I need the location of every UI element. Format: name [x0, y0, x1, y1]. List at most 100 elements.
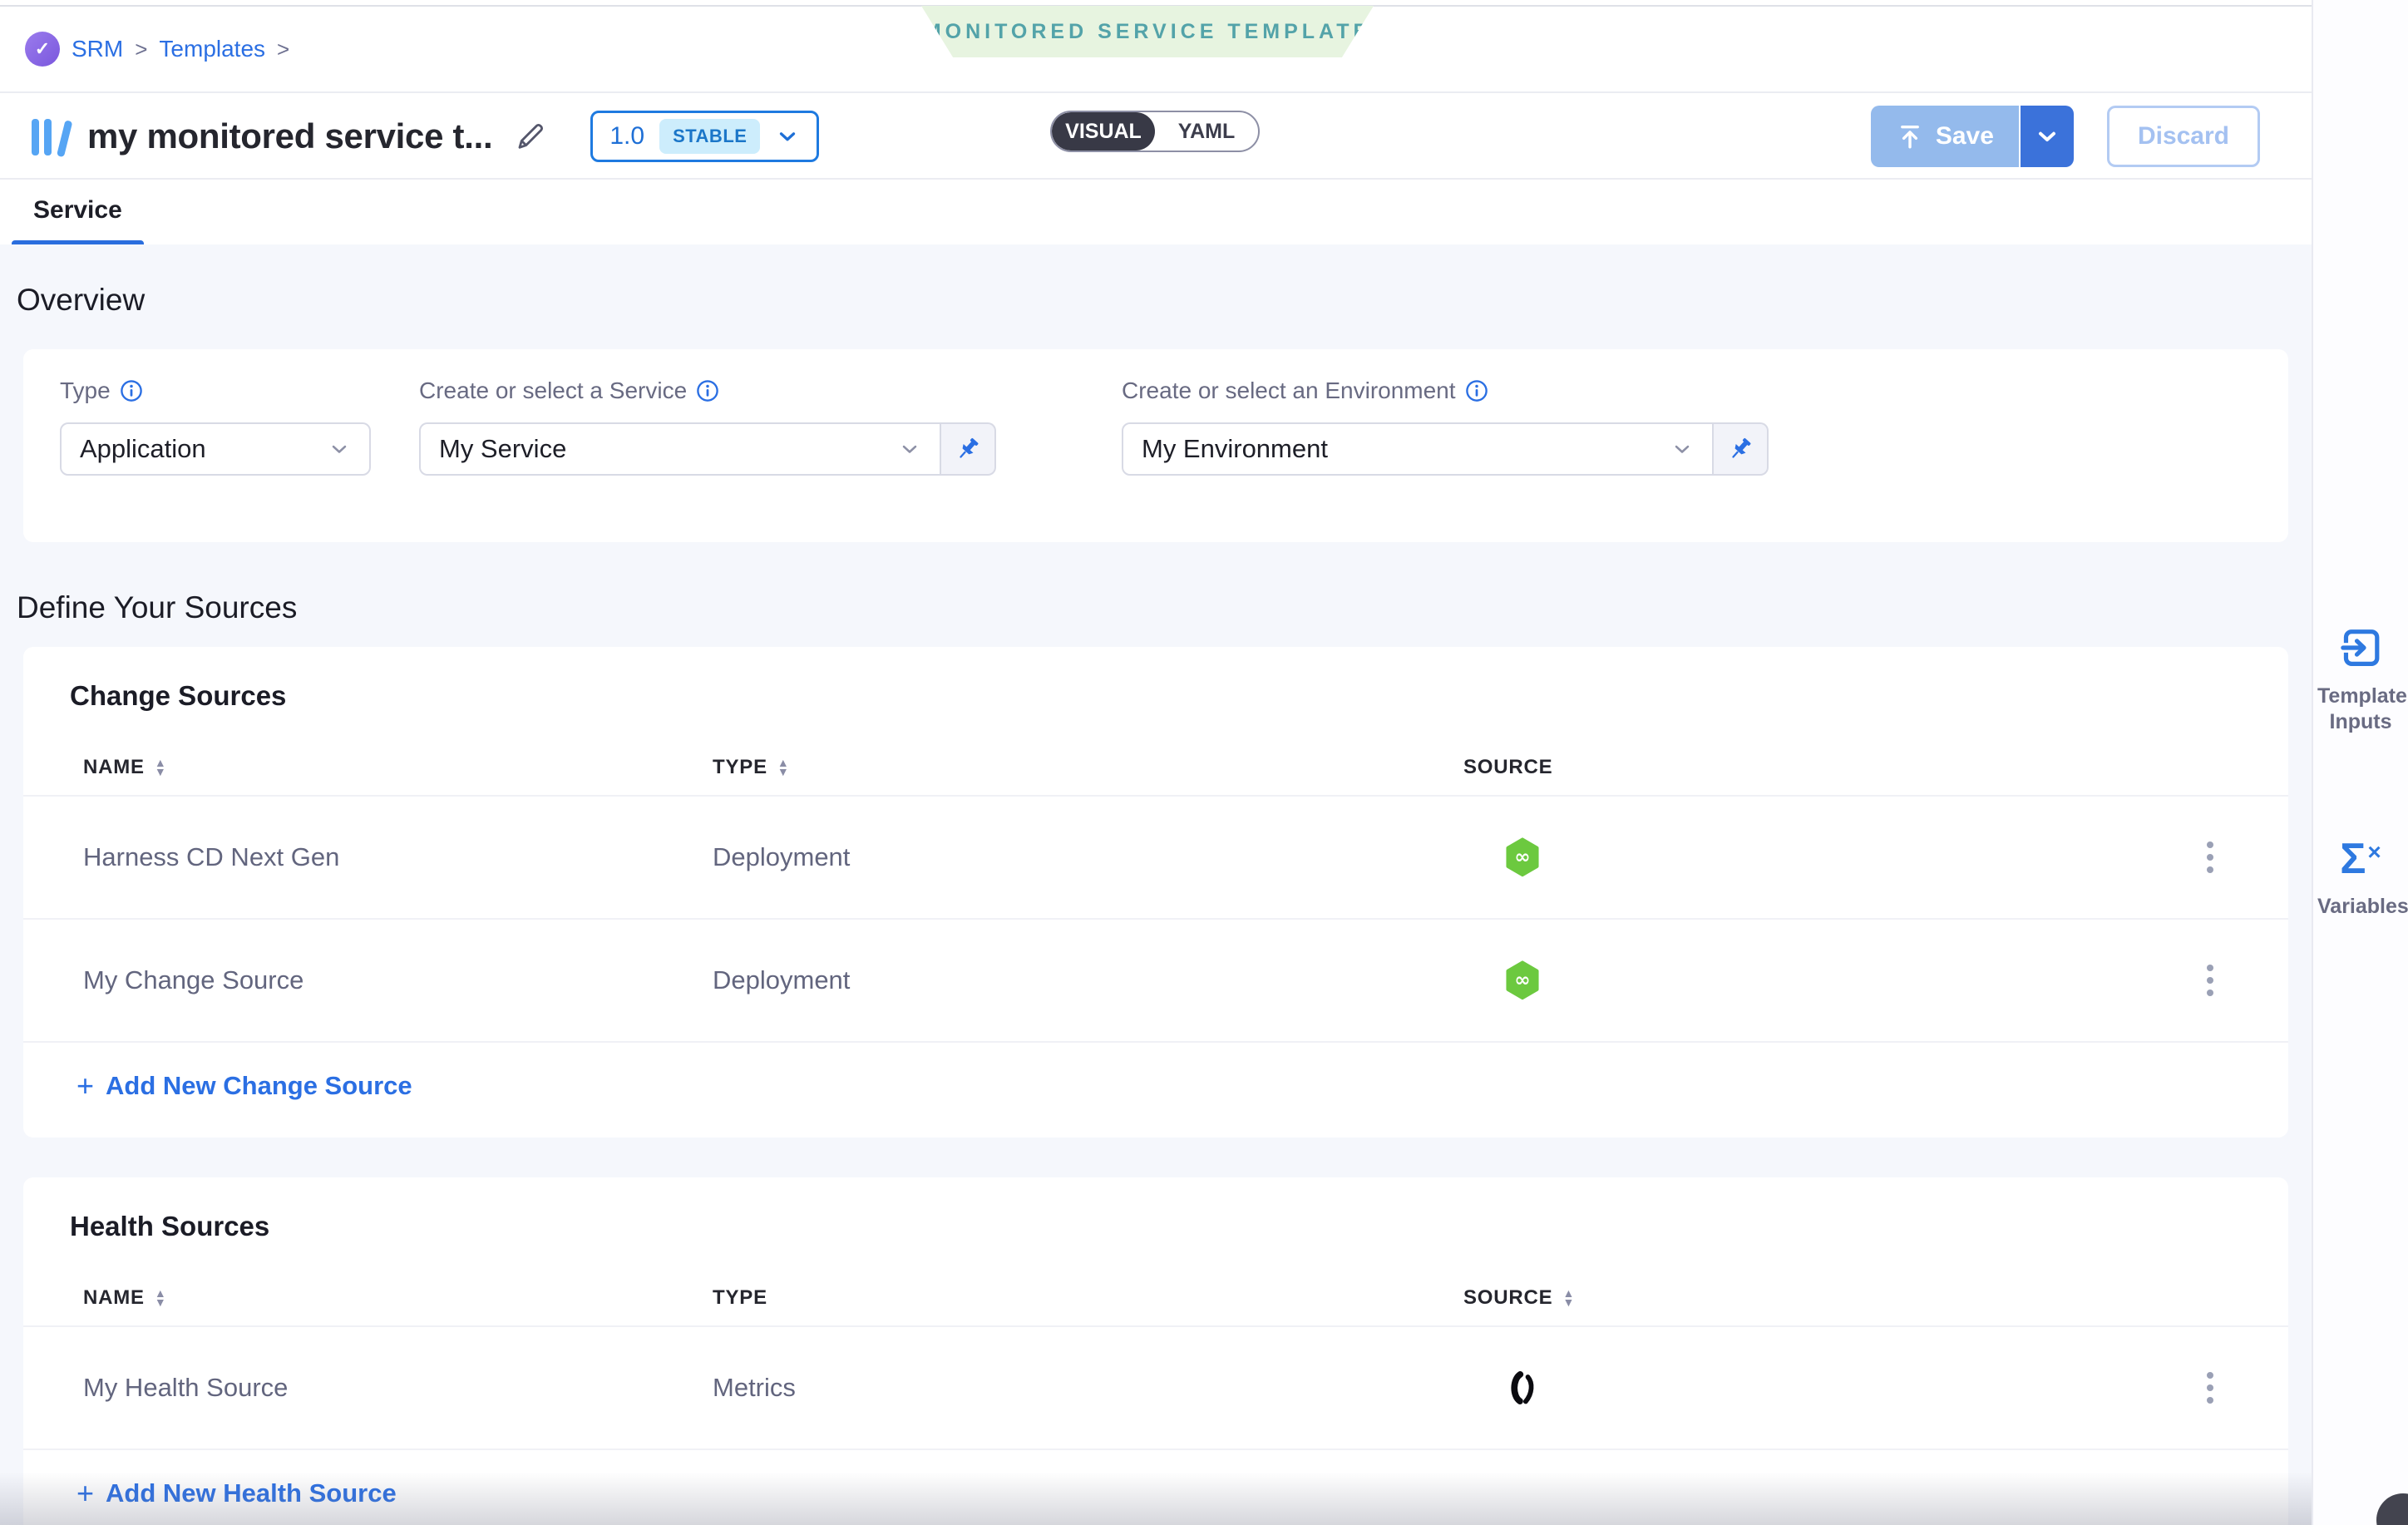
add-new-change-source-button[interactable]: + Add New Change Source: [76, 1071, 412, 1101]
environment-value: My Environment: [1142, 434, 1328, 464]
visual-mode-tab[interactable]: VISUAL: [1052, 112, 1155, 151]
template-inputs-button[interactable]: Template Inputs: [2313, 625, 2408, 736]
version-selector[interactable]: 1.0 STABLE: [590, 111, 819, 162]
pin-icon: [954, 435, 982, 463]
breadcrumb-templates-link[interactable]: Templates: [159, 36, 265, 62]
breadcrumb: ✓ SRM > Templates >: [0, 7, 2312, 93]
variables-icon: Σ×: [2340, 837, 2381, 881]
yaml-mode-tab[interactable]: YAML: [1155, 112, 1258, 151]
upload-icon: [1896, 122, 1924, 151]
template-inputs-icon: [2338, 625, 2383, 670]
overview-card: Type Application: [23, 349, 2288, 542]
column-header-name[interactable]: NAME ▲▼: [83, 1286, 713, 1310]
harness-cd-icon: ∞: [1503, 960, 1542, 1000]
environment-label: Create or select an Environment: [1122, 378, 1456, 404]
change-sources-title: Change Sources: [70, 680, 2288, 712]
pin-icon: [1726, 435, 1754, 463]
chevron-down-icon: [1670, 437, 1694, 461]
health-source-name: My Health Source: [83, 1373, 713, 1403]
appdynamics-icon: [1503, 1369, 1542, 1407]
edit-title-button[interactable]: [514, 120, 547, 153]
column-header-source[interactable]: SOURCE: [1463, 756, 2177, 779]
add-change-source-row: + Add New Change Source: [23, 1041, 2288, 1138]
service-pin-button[interactable]: [941, 422, 996, 476]
environment-select[interactable]: My Environment: [1122, 422, 1714, 476]
chevron-down-icon: [328, 437, 351, 461]
service-select[interactable]: My Service: [419, 422, 941, 476]
info-icon[interactable]: [695, 378, 720, 403]
template-inputs-label: Template Inputs: [2317, 684, 2404, 736]
version-number: 1.0: [609, 122, 644, 151]
save-split-button: Save: [1871, 106, 2074, 167]
environment-field: Create or select an Environment My Envir…: [1122, 378, 1769, 476]
define-sources-heading: Define Your Sources: [17, 590, 2288, 625]
column-header-type[interactable]: TYPE ▲▼: [713, 756, 1463, 779]
tab-service[interactable]: Service: [22, 181, 134, 225]
column-header-source[interactable]: SOURCE ▲▼: [1463, 1286, 2177, 1310]
change-sources-card: Change Sources NAME ▲▼ TYPE ▲▼ SOURCE: [23, 647, 2288, 1138]
health-sources-card: Health Sources NAME ▲▼ TYPE SOURCE ▲▼: [23, 1177, 2288, 1525]
service-label: Create or select a Service: [419, 378, 687, 404]
environment-pin-button[interactable]: [1714, 422, 1769, 476]
monitored-service-template-page: MONITORED SERVICE TEMPLATE ✓ SRM > Templ…: [0, 0, 2408, 1525]
svg-text:∞: ∞: [1514, 970, 1530, 991]
harness-cd-icon: ∞: [1503, 837, 1542, 877]
change-source-name: Harness CD Next Gen: [83, 842, 713, 872]
header-actions: Save Discard: [1871, 106, 2260, 167]
column-header-type[interactable]: TYPE: [713, 1286, 1463, 1310]
chevron-down-icon: [775, 124, 800, 149]
breadcrumb-separator-icon: >: [277, 37, 289, 62]
srm-module-icon[interactable]: ✓: [25, 32, 60, 67]
sort-icon: ▲▼: [777, 758, 790, 777]
change-source-name: My Change Source: [83, 965, 713, 995]
info-icon[interactable]: [1464, 378, 1489, 403]
sort-icon: ▲▼: [1562, 1289, 1575, 1307]
change-sources-table: NAME ▲▼ TYPE ▲▼ SOURCE Harness: [23, 740, 2288, 1138]
discard-button[interactable]: Discard: [2107, 106, 2260, 167]
overview-heading: Overview: [17, 283, 2288, 318]
sort-icon: ▲▼: [155, 1289, 167, 1307]
help-widget-partial[interactable]: [2376, 1493, 2408, 1525]
row-options-menu-icon[interactable]: [2198, 1364, 2222, 1412]
health-sources-table: NAME ▲▼ TYPE SOURCE ▲▼ My Healt: [23, 1271, 2288, 1525]
save-label: Save: [1936, 122, 1994, 151]
add-new-health-source-button[interactable]: + Add New Health Source: [76, 1478, 397, 1508]
service-value: My Service: [439, 434, 566, 464]
breadcrumb-srm-link[interactable]: SRM: [72, 36, 123, 62]
row-options-menu-icon[interactable]: [2198, 956, 2222, 1004]
type-value: Application: [80, 434, 206, 464]
health-source-type: Metrics: [713, 1373, 1463, 1403]
type-select[interactable]: Application: [60, 422, 371, 476]
version-stable-badge: STABLE: [659, 119, 760, 154]
variables-label: Variables: [2317, 894, 2404, 920]
save-button[interactable]: Save: [1871, 106, 2019, 167]
plus-icon: +: [76, 1478, 94, 1508]
change-source-type: Deployment: [713, 965, 1463, 995]
tab-service-label: Service: [33, 196, 122, 224]
service-field: Create or select a Service My Service: [419, 378, 996, 476]
health-source-row[interactable]: My Health Source Metrics: [23, 1325, 2288, 1449]
change-source-row[interactable]: Harness CD Next Gen Deployment ∞: [23, 795, 2288, 918]
breadcrumb-separator-icon: >: [135, 37, 147, 62]
main-area: MONITORED SERVICE TEMPLATE ✓ SRM > Templ…: [0, 0, 2312, 1525]
pencil-icon: [514, 120, 547, 153]
change-source-row[interactable]: My Change Source Deployment ∞: [23, 918, 2288, 1041]
content-area: Overview Type Application: [0, 244, 2312, 1525]
row-options-menu-icon[interactable]: [2198, 833, 2222, 881]
chevron-down-icon: [2034, 123, 2060, 150]
info-icon[interactable]: [119, 378, 144, 403]
save-options-button[interactable]: [2019, 106, 2074, 167]
plus-icon: +: [76, 1071, 94, 1101]
add-health-source-row: + Add New Health Source: [23, 1449, 2288, 1525]
chevron-down-icon: [898, 437, 921, 461]
svg-text:∞: ∞: [1514, 846, 1530, 868]
health-sources-header-row: NAME ▲▼ TYPE SOURCE ▲▼: [23, 1271, 2288, 1325]
template-library-icon: [32, 117, 69, 155]
change-source-type: Deployment: [713, 842, 1463, 872]
right-rail: Template Inputs Σ× Variables: [2312, 0, 2408, 1525]
page-title: my monitored service t...: [87, 116, 492, 156]
type-field: Type Application: [60, 378, 371, 476]
variables-button[interactable]: Σ× Variables: [2313, 837, 2408, 920]
change-sources-header-row: NAME ▲▼ TYPE ▲▼ SOURCE: [23, 740, 2288, 795]
column-header-name[interactable]: NAME ▲▼: [83, 756, 713, 779]
